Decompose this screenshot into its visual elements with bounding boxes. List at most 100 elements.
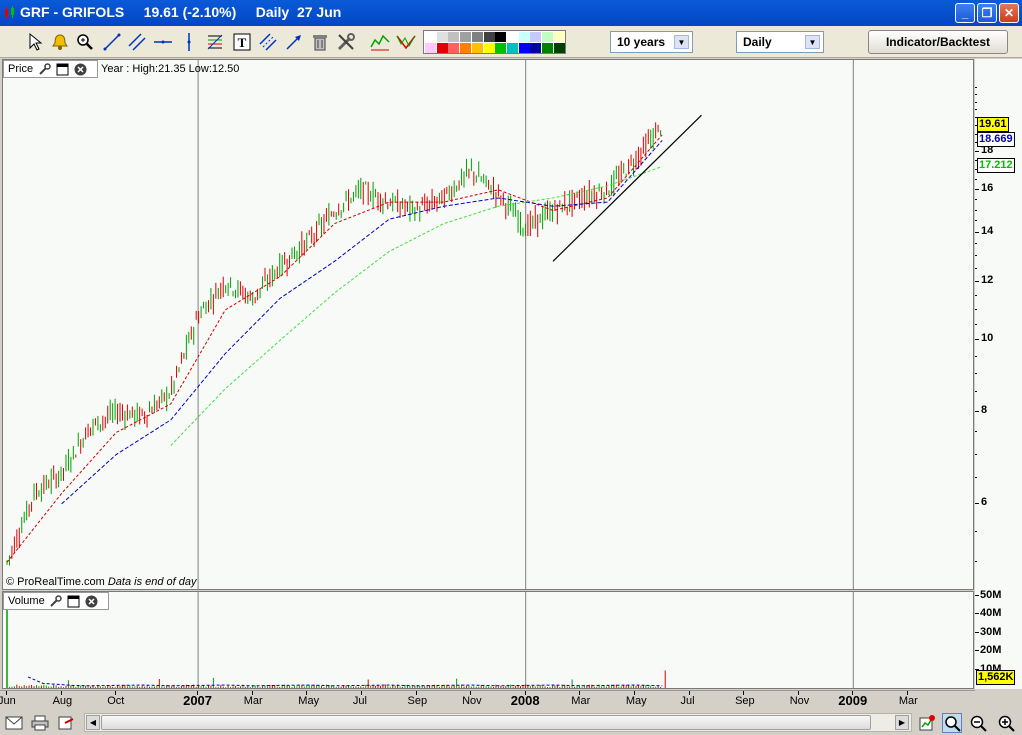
window-icon[interactable] [55,62,69,76]
time-axis-tick-label: Nov [789,695,810,707]
color-swatch[interactable] [471,32,483,42]
color-swatch[interactable] [448,43,460,53]
zoom-out-icon[interactable] [968,713,988,733]
period-select[interactable]: 10 years ▼ [610,31,693,53]
last-value-box: 19.61 [977,116,1009,132]
price-axis-minor-tick [975,431,977,433]
trendline[interactable] [552,114,702,262]
color-swatch[interactable] [495,32,507,42]
color-swatch[interactable] [483,43,495,53]
color-swatch[interactable] [448,32,460,42]
price-chart[interactable] [3,60,973,589]
vertical-line-icon[interactable] [178,31,200,53]
time-axis-tick-label: 2007 [183,693,213,708]
indicator-backtest-button[interactable]: Indicator/Backtest [868,30,1008,54]
color-swatch[interactable] [483,32,495,42]
color-swatch[interactable] [530,43,542,53]
credit-source: © ProRealTime.com [6,576,105,588]
minimize-button[interactable]: _ [955,3,975,23]
export-icon[interactable] [56,713,76,733]
last-value-box: 17.212 [977,158,1015,174]
alarm-icon[interactable] [49,31,71,53]
channel-icon[interactable] [126,31,148,53]
color-swatch[interactable] [553,32,565,42]
close-icon[interactable] [73,62,87,76]
color-swatch[interactable] [518,32,530,42]
price-axis-minor-tick [975,94,977,96]
horizontal-line-icon[interactable] [152,31,174,53]
volume-axis-tick-label: 50M [980,588,1002,601]
interval-select[interactable]: Daily ▼ [736,31,824,53]
window-icon[interactable] [67,594,81,608]
color-swatch[interactable] [425,43,436,53]
scroll-thumb[interactable] [101,715,871,730]
color-swatch[interactable] [460,43,472,53]
zoom-icon[interactable] [74,31,96,53]
price-axis-minor-tick [975,280,977,282]
maximize-button[interactable]: ❐ [977,3,997,23]
price-axis-tick-label: 10 [981,332,994,345]
scroll-left-icon[interactable]: ◀ [86,715,100,730]
chevron-down-icon[interactable]: ▼ [674,35,689,49]
time-axis-tick-label: Mar [571,695,591,707]
zoom-in-icon[interactable] [996,713,1016,733]
price-axis-minor-tick [975,209,977,211]
arrow-icon[interactable] [283,31,305,53]
tools-icon[interactable] [335,31,357,53]
color-swatch[interactable] [518,43,530,53]
color-swatch[interactable] [436,32,448,42]
color-swatch[interactable] [506,32,518,42]
time-axis[interactable]: Jun Aug Oct 2007 Mar May Jul Sep Nov 2008 Mar May Ju… [0,690,975,712]
volume-panel[interactable]: Volume [2,591,974,689]
print-icon[interactable] [30,713,50,733]
scroll-right-icon[interactable]: ▶ [895,715,909,730]
color-swatch[interactable] [436,43,448,53]
price-axis-minor-tick [975,267,977,269]
time-scrollbar[interactable]: ◀ ▶ [84,713,912,732]
credit-text: © ProRealTime.com Data is end of day [6,576,197,588]
price-panel[interactable]: Price Year : High:21.35 Low:12.50 © ProR… [2,59,974,590]
triangle-icon[interactable] [395,31,417,53]
price-axis-tick-label: 6 [981,495,988,508]
chevron-down-icon[interactable]: ▼ [805,35,820,49]
last-value-box: 18.669 [977,132,1015,148]
line-icon[interactable] [101,31,123,53]
color-swatch[interactable] [495,43,507,53]
parallel-lines-icon[interactable] [257,31,279,53]
wrench-icon[interactable] [37,62,51,76]
volume-chart[interactable] [3,592,973,688]
wrench-icon[interactable] [49,594,63,608]
price-axis-tick-label: 14 [981,224,994,237]
close-button[interactable]: ✕ [999,3,1019,23]
price-axis-minor-tick [975,199,977,200]
color-swatch[interactable] [542,32,553,42]
color-palette[interactable] [423,30,566,54]
delete-icon[interactable] [309,31,331,53]
color-swatch[interactable] [460,32,472,42]
wave-icon[interactable] [369,31,391,53]
color-swatch[interactable] [530,32,542,42]
color-swatch[interactable] [542,43,553,53]
close-icon[interactable] [85,594,99,608]
volume-axis-tick-label: 30M [980,625,1002,638]
color-swatch[interactable] [553,43,565,53]
color-swatch[interactable] [425,32,436,42]
color-swatch[interactable] [506,43,518,53]
ma-short-line [6,134,663,563]
mail-icon[interactable] [4,713,24,733]
credit-note: Data is end of day [107,576,197,588]
price-axis-tick-label: 8 [981,403,988,416]
price-axis[interactable]: 6 8 10 12 14 16 18 50M 40M 30M 20M 10M [975,59,1022,689]
chart-settings-icon[interactable] [917,713,937,733]
fibonacci-icon[interactable] [204,31,226,53]
price-axis-minor-tick [975,477,977,479]
zoom-select-icon[interactable] [942,713,962,733]
text-icon[interactable]: T [231,31,253,53]
ma-long-line [170,165,663,446]
pointer-icon[interactable] [24,31,46,53]
price-axis-minor-tick [975,178,977,180]
price-axis-tick-label: 16 [981,181,994,194]
price-axis-minor-tick [975,101,977,103]
interval-select-value: Daily [743,35,772,49]
color-swatch[interactable] [471,43,483,53]
